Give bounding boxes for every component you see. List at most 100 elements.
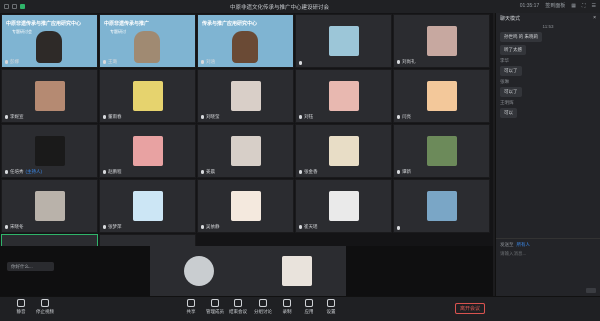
host-tag: (主持人) [25,169,43,174]
participant-tile[interactable]: 吴依静 [197,179,294,233]
participant-tile[interactable]: 赵鹏程 [99,124,196,178]
toolbar-button[interactable]: 停止视频 [32,299,58,315]
participant-name: 刘尚礼 [397,59,416,65]
mic-icon [397,60,400,64]
participant-tile[interactable]: 刘晓莹 [197,69,294,123]
chat-message: 张琳 可以了 [500,79,596,97]
avatar [132,81,163,111]
participant-tile[interactable] [393,179,490,233]
participant-tile[interactable]: 崔天瑶 [295,179,392,233]
participant-tile[interactable] [150,246,248,296]
avatar [282,256,312,286]
video-subtitle: 专题研讨会 [12,29,32,34]
avatar [426,81,457,111]
sign-in-button[interactable]: 签到面板 [545,2,565,9]
message-sender: 李华 [500,58,509,63]
participant-tile[interactable]: 中原非遗传承与推广 专题研讨 王璐 [99,14,196,68]
participant-name [299,61,304,65]
participant-tile[interactable]: 董雨春 [99,69,196,123]
message-sender: 张琳 [500,79,509,84]
name-label: 张梦萍 [108,224,122,229]
toolbar-label: 停止视频 [36,309,54,314]
chat-input[interactable]: 请输入消息... [500,251,596,257]
participant-tile[interactable]: 闫亮 [393,69,490,123]
name-label: 刘晓莹 [206,114,220,119]
send-button[interactable] [586,288,596,293]
signal-icon[interactable] [12,4,17,9]
name-label: 吴依静 [206,224,220,229]
timer: 01:35:17 [519,2,540,9]
video-banner: 中原非遗传承与推广应用研究中心 [6,21,82,27]
participant-tile[interactable]: 任培秀 (主持人) [1,124,98,178]
mic-icon [103,115,106,119]
toolbar-button[interactable]: 静音 [8,299,34,315]
toolbar-label: 共享 [186,309,196,314]
toolbar-icon [234,299,242,307]
name-label: 姜晨 [206,169,215,174]
participant-tile[interactable]: 刘尚礼 [393,14,490,68]
chat-toggle-icon[interactable]: ☰ [592,3,596,9]
toolbar-icon [41,299,49,307]
info-icon[interactable] [4,4,9,9]
participant-tile[interactable] [248,246,346,296]
mic-icon [201,225,204,229]
participant-tile[interactable] [295,14,392,68]
mic-icon [397,170,400,174]
mic-icon [299,61,302,65]
recipient-select[interactable]: 所有人 [517,242,531,248]
participant-name: 闫亮 [397,114,411,120]
toolbar-button[interactable]: 共享 [178,299,204,315]
participant-tile[interactable]: 张梦萍 [99,179,196,233]
meeting-toolbar: 离开会议 静音 停止视频 共享 管理成员 结束会议 分组讨论 录制 应用 设置 [0,296,600,321]
participant-name: 谭新 [397,169,411,175]
toolbar-icon [305,299,313,307]
message-bubble: 听了太感 [500,45,526,55]
chat-panel: 聊天模式 × 11:53 孙世鸣 的 朱晓莉 听了太感 李华 可以了 张琳 可以了 王明辉 可以… [495,13,600,296]
name-label: 刘涵 [206,59,215,64]
participant-tile[interactable]: 传承与推广应用研究中心 刘涵 [197,14,294,68]
name-label: 谭新 [402,169,411,174]
toolbar-button[interactable]: 分组讨论 [250,299,276,315]
video-banner: 中原非遗传承与推广 [104,21,150,27]
mic-icon [103,225,106,229]
participant-tile[interactable]: 张金香 [295,124,392,178]
participant-tile[interactable]: 中原非遗传承与推广应用研究中心 专题研讨会 彭娜 [1,14,98,68]
participant-tile[interactable]: 谭新 [393,124,490,178]
participant-tile[interactable]: 姜晨 [197,124,294,178]
toolbar-button[interactable]: 结束会议 [225,299,251,315]
chat-composer: 发送至 所有人 请输入消息... [496,238,600,296]
toolbar-label: 设置 [326,309,336,314]
participant-tile[interactable]: 刘钰 [295,69,392,123]
mic-icon [103,60,106,64]
close-icon[interactable]: × [593,15,596,21]
mic-icon [5,225,8,229]
participant-name: 王璐 [103,59,117,65]
mic-icon [397,226,400,230]
grid-view-icon[interactable]: ▦ [571,3,576,9]
participant-tile[interactable]: 宋晓冬 [1,179,98,233]
chat-header: 聊天模式 [500,16,521,22]
toolbar-button[interactable]: 设置 [318,299,344,315]
shield-icon [20,4,25,9]
message-bubble: 孙世鸣 的 朱晓莉 [500,32,542,42]
toolbar-icon [283,299,291,307]
participant-tile[interactable]: 李妮宣 [1,69,98,123]
notice-pill[interactable]: 你好什么... [7,262,54,271]
participant-name: 刘钰 [299,114,313,120]
avatar [34,136,65,166]
toolbar-label: 管理成员 [206,309,224,314]
participant-name: 李妮宣 [5,114,24,120]
toolbar-label: 结束会议 [229,309,247,314]
toolbar-label: 录制 [282,309,292,314]
name-label: 刘尚礼 [402,59,416,64]
avatar [230,81,261,111]
fullscreen-icon[interactable]: ⛶ [582,3,586,9]
video-feed [232,31,258,63]
participant-name: 姜晨 [201,169,215,175]
mic-icon [299,170,302,174]
leave-meeting-button[interactable]: 离开会议 [455,303,485,314]
mic-icon [5,60,8,64]
avatar [230,136,261,166]
toolbar-label: 静音 [16,309,26,314]
participant-name: 赵鹏程 [103,169,122,175]
